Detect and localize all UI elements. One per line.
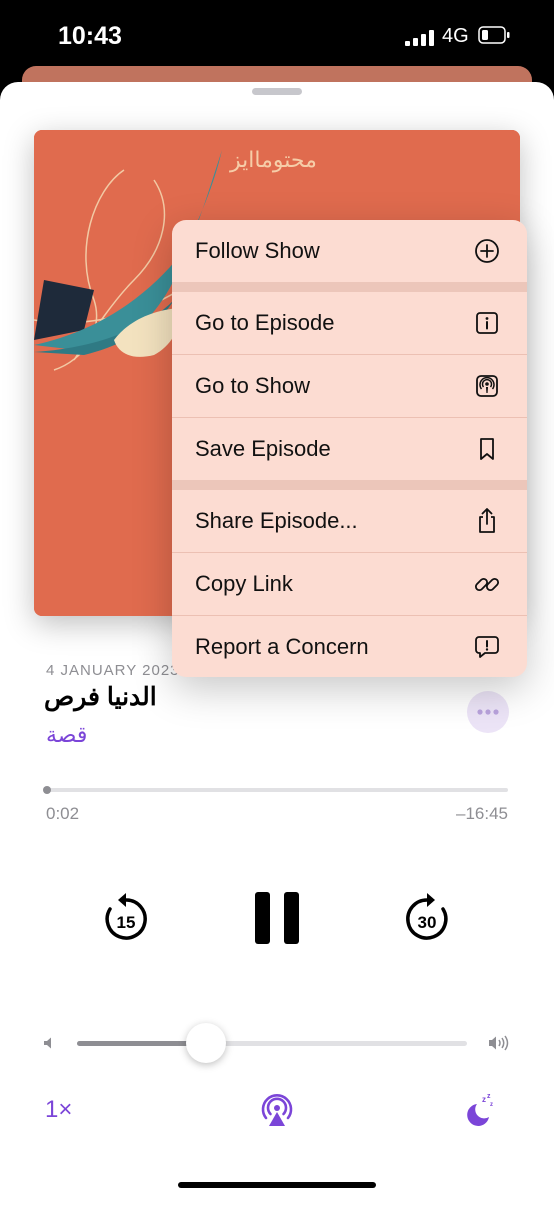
menu-item-label: Go to Show [195,373,310,398]
pause-button[interactable] [255,892,299,944]
artwork-logo: محتوماايز [230,148,317,173]
sheet-grabber[interactable] [252,88,302,95]
svg-text:z: z [482,1095,486,1104]
menu-item-follow-show[interactable]: Follow Show [172,220,527,282]
volume-low-icon [44,1037,51,1049]
status-time: 10:43 [58,22,122,50]
airplay-icon[interactable] [260,1094,294,1128]
skip-back-label: 15 [117,913,136,932]
scrubber-knob[interactable] [43,786,51,794]
playback-scrubber[interactable] [46,788,508,792]
episode-date: 4 JANUARY 2023 [46,662,180,679]
sleep-timer-icon[interactable]: z z z [462,1092,496,1126]
more-options-button[interactable] [467,691,509,733]
episode-context-menu: Follow Show Go to Episode Go to Show Sav… [172,220,527,677]
podcast-square-icon [476,375,498,397]
svg-text:z: z [487,1093,491,1100]
share-icon [479,508,495,533]
menu-item-report-concern[interactable]: Report a Concern [172,616,527,677]
menu-item-label: Go to Episode [195,310,335,335]
menu-section-separator [172,282,527,292]
menu-item-go-to-episode[interactable]: Go to Episode [172,292,527,354]
menu-item-share-episode[interactable]: Share Episode... [172,490,527,552]
pause-bar-left [255,892,270,944]
volume-slider[interactable] [77,1041,467,1046]
info-square-icon [476,312,498,334]
bookmark-icon [480,438,494,460]
menu-item-go-to-show[interactable]: Go to Show [172,355,527,417]
battery-icon [478,26,510,44]
menu-item-copy-link[interactable]: Copy Link [172,553,527,615]
menu-item-label: Follow Show [195,238,320,263]
volume-knob[interactable] [186,1023,226,1063]
svg-text:z: z [490,1102,493,1108]
skip-back-icon: 15 [105,893,147,940]
skip-back-button[interactable]: 15 [101,890,151,944]
volume-high-icon [489,1035,509,1051]
menu-item-label: Copy Link [195,571,293,596]
menu-item-save-episode[interactable]: Save Episode [172,418,527,480]
skip-forward-icon: 30 [406,893,448,940]
skip-forward-label: 30 [418,913,437,932]
skip-forward-button[interactable]: 30 [402,890,452,944]
pause-bar-right [284,892,299,944]
status-bar: 10:43 4G [0,0,554,70]
menu-item-label: Report a Concern [195,634,369,659]
ellipsis-icon [477,709,499,715]
show-name-link[interactable]: قصة [46,722,87,748]
signal-icon [405,30,434,46]
exclamation-bubble-icon [475,636,499,658]
remaining-time: –16:45 [456,804,508,823]
plus-circle-icon [475,239,499,263]
elapsed-time: 0:02 [46,804,80,823]
menu-section-separator [172,480,527,490]
home-indicator[interactable] [178,1182,376,1188]
episode-title: الدنيا فرص [44,683,157,711]
network-type: 4G [442,25,469,47]
menu-item-label: Save Episode [195,436,331,461]
playback-speed-button[interactable]: 1× [45,1096,72,1124]
menu-item-label: Share Episode... [195,508,358,533]
link-icon [474,577,500,592]
